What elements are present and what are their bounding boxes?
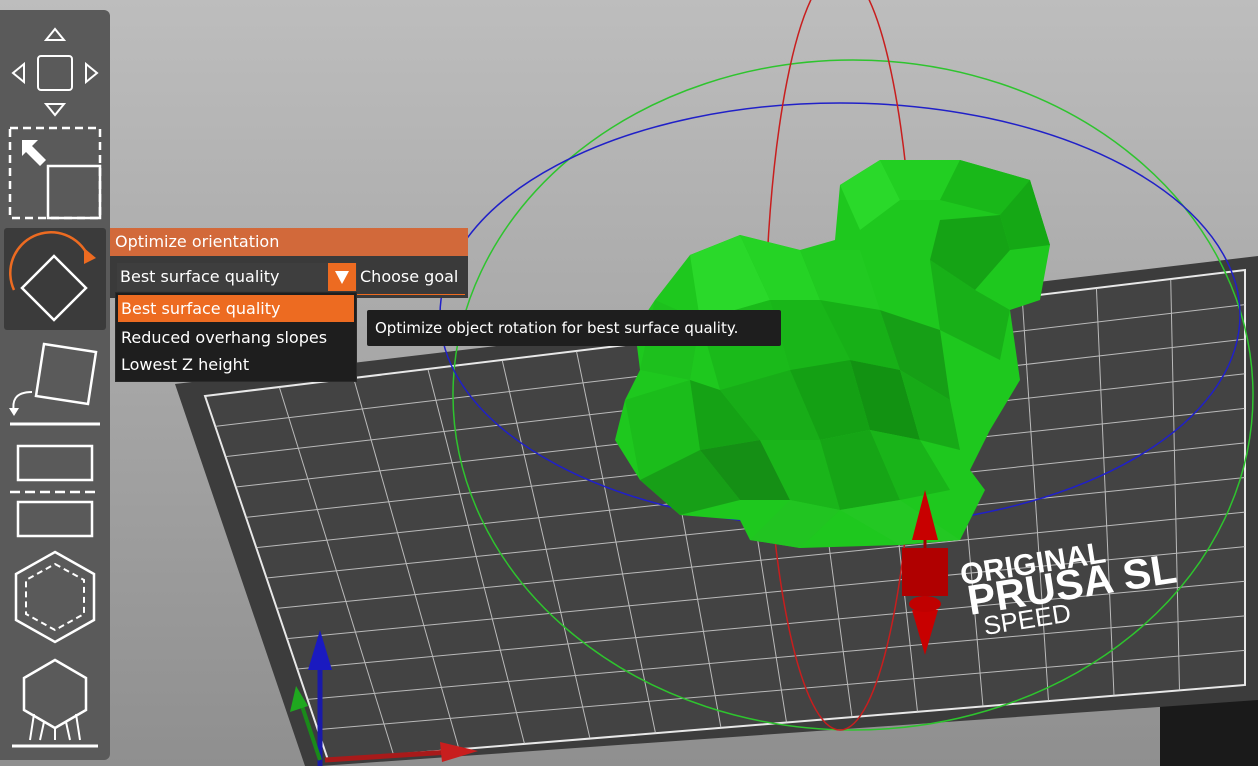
goal-option[interactable]: Best surface quality xyxy=(118,295,354,322)
chevron-down-icon xyxy=(335,271,349,284)
hollow-icon xyxy=(14,550,96,644)
cut-tool-button[interactable] xyxy=(4,440,106,544)
move-arrows-icon xyxy=(11,27,99,117)
supports-icon xyxy=(12,658,98,748)
panel-title: Optimize orientation xyxy=(110,228,468,256)
tooltip: Optimize object rotation for best surfac… xyxy=(367,310,781,346)
optimize-orientation-panel: Optimize orientation Best surface qualit… xyxy=(110,228,468,298)
cut-icon xyxy=(10,444,100,538)
3d-viewport[interactable]: ORIGINAL PRUSA SL SPEED xyxy=(0,0,1258,766)
hollow-tool-button[interactable] xyxy=(4,548,106,648)
goal-option[interactable]: Lowest Z height xyxy=(118,351,354,378)
goal-dropdown-button[interactable] xyxy=(328,263,356,291)
goal-label: Choose goal xyxy=(360,267,459,286)
rotate-icon xyxy=(9,231,96,322)
goal-select[interactable]: Best surface quality xyxy=(117,263,357,291)
place-on-face-icon xyxy=(9,342,100,426)
move-tool-button[interactable] xyxy=(4,18,106,124)
goal-option[interactable]: Reduced overhang slopes xyxy=(118,324,354,351)
panel-divider xyxy=(357,294,465,295)
goal-dropdown-list: Best surface quality Reduced overhang sl… xyxy=(115,292,357,382)
gizmo-toolbar xyxy=(0,10,110,760)
rotate-tool-button[interactable] xyxy=(4,228,106,330)
scale-tool-button[interactable] xyxy=(4,126,106,226)
place-on-face-tool-button[interactable] xyxy=(4,334,106,434)
supports-tool-button[interactable] xyxy=(4,656,106,756)
scale-icon xyxy=(8,126,102,220)
